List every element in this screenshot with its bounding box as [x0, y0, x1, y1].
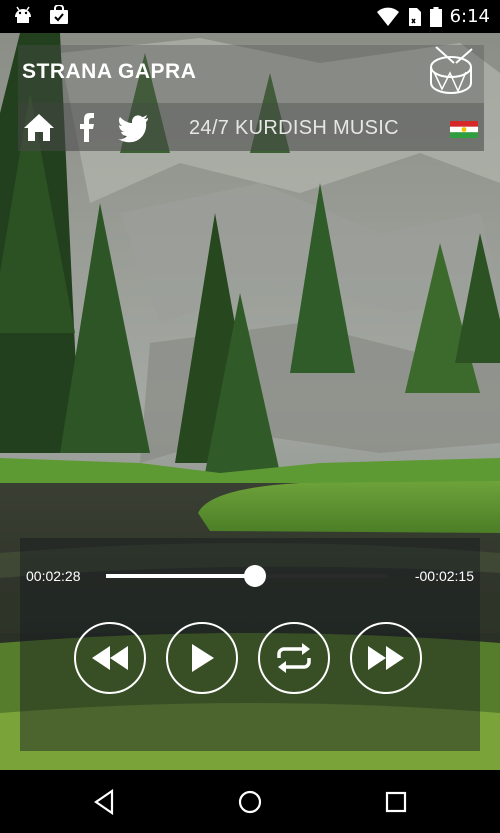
android-icon: [15, 6, 31, 23]
home-icon[interactable]: [22, 111, 56, 143]
twitter-icon[interactable]: [116, 111, 150, 143]
nav-row: 24/7 KURDISH MUSIC: [18, 103, 484, 151]
clock: 6:14: [449, 6, 490, 27]
tagline: 24/7 KURDISH MUSIC: [189, 117, 399, 139]
rewind-icon: [92, 646, 128, 670]
repeat-button[interactable]: [258, 622, 330, 694]
player-panel: 00:02:28 -00:02:15: [20, 538, 480, 751]
play-button[interactable]: [166, 622, 238, 694]
fast-forward-button[interactable]: [350, 622, 422, 694]
header-panel: STRANA GAPRA 24/7 KURDISH MUSIC: [18, 45, 484, 151]
app-title: STRANA GAPRA: [22, 60, 197, 83]
back-icon[interactable]: [92, 789, 118, 815]
home-circle-icon[interactable]: [237, 789, 263, 815]
kurdistan-flag: [450, 121, 478, 138]
recents-icon[interactable]: [383, 789, 409, 815]
system-nav-bar: [0, 770, 500, 833]
repeat-icon: [277, 643, 311, 673]
wifi-icon: [376, 7, 399, 26]
sim-icon: [408, 7, 421, 26]
seek-bar[interactable]: [106, 565, 388, 587]
elapsed-time: 00:02:28: [26, 568, 81, 584]
play-icon: [192, 644, 214, 672]
battery-icon: [429, 6, 442, 27]
facebook-icon[interactable]: [70, 111, 104, 143]
seek-bar-thumb[interactable]: [244, 565, 267, 587]
remaining-time: -00:02:15: [414, 568, 474, 584]
fast-forward-icon: [368, 646, 404, 670]
drum-icon: [430, 46, 473, 94]
status-bar: 6:14: [0, 0, 500, 33]
rewind-button[interactable]: [74, 622, 146, 694]
seek-bar-progress: [106, 574, 256, 578]
shopping-bag-icon: [50, 5, 68, 24]
